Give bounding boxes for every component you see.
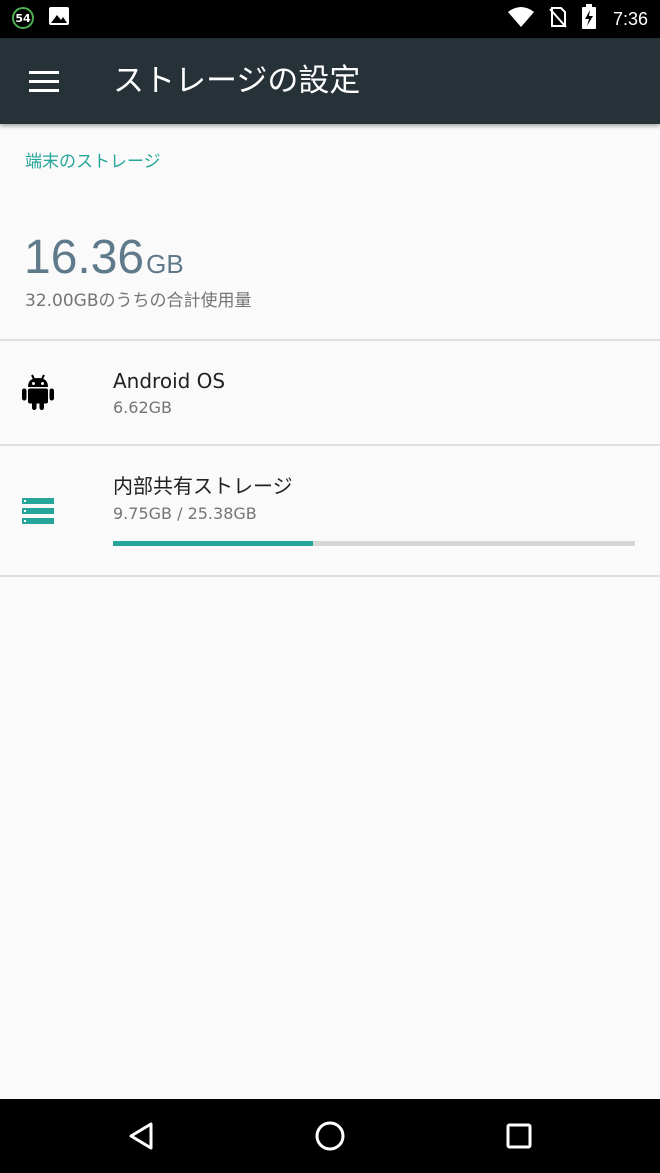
- divider: [0, 575, 660, 577]
- status-bar-system-icons: 7:36: [507, 4, 648, 34]
- recent-apps-icon: [506, 1123, 532, 1149]
- status-time: 7:36: [612, 8, 648, 29]
- home-icon: [315, 1121, 345, 1151]
- status-bar-notifications: 54: [12, 5, 70, 31]
- storage-item-size: 9.75GB / 25.38GB: [113, 504, 257, 523]
- storage-icon: [22, 498, 54, 528]
- storage-item-title: 内部共有ストレージ: [113, 474, 293, 498]
- used-amount-value: 16.36: [24, 231, 145, 284]
- storage-item-title: Android OS: [113, 369, 226, 393]
- back-icon: [129, 1122, 153, 1150]
- storage-item-internal-shared[interactable]: 内部共有ストレージ 9.75GB / 25.38GB: [0, 446, 660, 575]
- total-used-amount: 16.36GB: [24, 232, 184, 284]
- section-header-device-storage: 端末のストレージ: [25, 152, 161, 172]
- storage-item-android-os[interactable]: Android OS 6.62GB: [0, 341, 660, 445]
- battery-charging-icon: [581, 4, 597, 34]
- storage-item-size: 6.62GB: [113, 398, 172, 417]
- wifi-icon: [507, 6, 535, 32]
- status-bar: 54 7:36: [0, 0, 660, 38]
- used-amount-unit: GB: [146, 249, 184, 279]
- storage-usage-progress-fill: [113, 541, 314, 546]
- storage-settings-screen: 54 7:36 ストレージの設定 端末のストレージ 16.36GB 32.00G…: [0, 0, 660, 1173]
- storage-usage-progress-bar: [113, 541, 635, 546]
- no-sim-icon: [549, 6, 567, 32]
- recent-apps-button[interactable]: [499, 1116, 539, 1156]
- used-amount-caption: 32.00GBのうちの合計使用量: [25, 291, 252, 311]
- android-icon: [22, 373, 54, 415]
- page-title: ストレージの設定: [113, 63, 361, 99]
- notification-count-badge: 54: [12, 7, 34, 29]
- back-button[interactable]: [121, 1116, 161, 1156]
- menu-icon[interactable]: [18, 61, 70, 101]
- app-bar: ストレージの設定: [0, 38, 660, 124]
- navigation-bar: [0, 1099, 660, 1173]
- image-notification-icon: [48, 5, 70, 31]
- home-button[interactable]: [310, 1116, 350, 1156]
